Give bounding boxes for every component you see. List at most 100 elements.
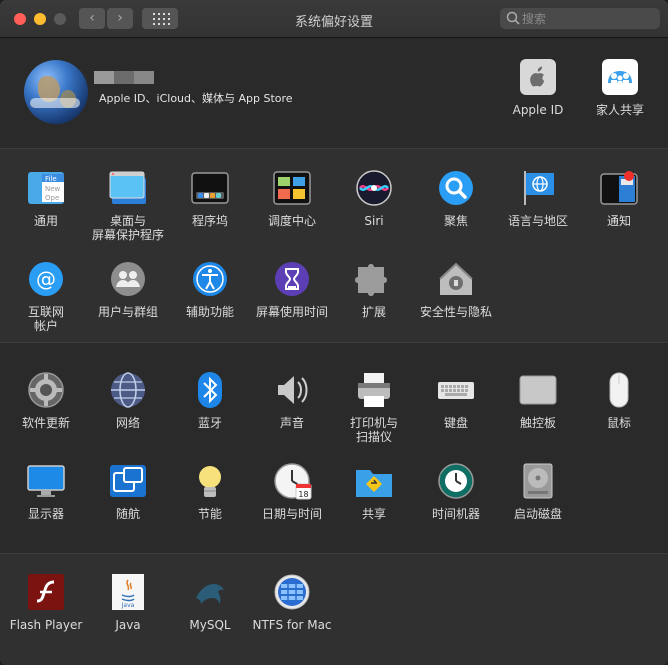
extensions-icon [354,259,394,299]
system-preferences-window: ‹ › 系统偏好设置 Apple ID、iCloud、媒体与 App Store… [0,0,668,665]
sharing-label: 共享 [361,507,386,521]
startup-disk-pref-pane[interactable]: 启动磁盘 [496,461,580,521]
mission-control-icon [272,168,312,208]
displays-pref-pane[interactable]: 显示器 [4,461,88,521]
energy-saver-pref-pane[interactable]: 节能 [168,461,252,521]
keyboard-pref-pane[interactable]: 键盘 [414,370,498,430]
siri-label: Siri [364,214,384,228]
sound-pref-pane[interactable]: 声音 [250,370,334,430]
mysql-pref-pane[interactable]: MySQL [168,572,252,632]
internet-accounts-pref-pane[interactable]: @ 互联网 帐户 [4,259,88,333]
mysql-icon [190,572,230,612]
screen-time-icon [272,259,312,299]
network-icon [108,370,148,410]
time-machine-pref-pane[interactable]: 时间机器 [414,461,498,521]
time-machine-label: 时间机器 [431,507,480,521]
spotlight-label: 聚焦 [443,214,468,228]
apple-id-pref-pane[interactable]: Apple ID [496,57,580,117]
family-sharing-label: 家人共享 [595,103,644,117]
screen-time-label: 屏幕使用时间 [255,305,328,319]
family-sharing-icon [600,57,640,97]
search-input[interactable] [522,8,654,29]
sharing-icon [354,461,394,501]
date-time-label: 日期与时间 [261,507,322,521]
trackpad-pref-pane[interactable]: 触控板 [496,370,580,430]
ntfs-icon [272,572,312,612]
internet-accounts-label: 互联网 帐户 [27,305,64,333]
dock-icon [190,168,230,208]
software-update-label: 软件更新 [21,416,70,430]
accessibility-icon [190,259,230,299]
sharing-pref-pane[interactable]: 共享 [332,461,416,521]
mouse-label: 鼠标 [606,416,631,430]
extensions-pref-pane[interactable]: 扩展 [332,259,416,319]
network-label: 网络 [115,416,140,430]
dock-label: 程序坞 [191,214,228,228]
desktop-screensaver-icon [108,168,148,208]
security-privacy-pref-pane[interactable]: 安全性与隐私 [414,259,498,319]
printers-scanners-icon [354,370,394,410]
software-update-icon [26,370,66,410]
security-privacy-icon [436,259,476,299]
user-avatar[interactable] [24,60,88,124]
sound-icon [272,370,312,410]
svg-text:Java: Java [121,602,135,609]
mouse-pref-pane[interactable]: 鼠标 [577,370,661,430]
svg-text:New: New [45,185,61,193]
general-icon: File New Ope [26,168,66,208]
mission-control-label: 调度中心 [267,214,316,228]
flash-player-pref-pane[interactable]: Flash Player [4,572,88,632]
general-pref-pane[interactable]: File New Ope 通用 [4,168,88,228]
title-bar: ‹ › 系统偏好设置 [0,0,668,38]
users-groups-icon [108,259,148,299]
keyboard-icon [436,370,476,410]
bluetooth-label: 蓝牙 [197,416,222,430]
svg-text:Ope: Ope [45,194,59,202]
flash-player-label: Flash Player [9,618,83,632]
search-field[interactable] [500,8,660,29]
apple-id-icon [518,57,558,97]
dock-pref-pane[interactable]: 程序坞 [168,168,252,228]
notifications-label: 通知 [606,214,631,228]
siri-pref-pane[interactable]: Siri [332,168,416,228]
java-pref-pane[interactable]: Java Java [86,572,170,632]
energy-saver-label: 节能 [197,507,222,521]
ntfs-pref-pane[interactable]: NTFS for Mac [250,572,334,632]
software-update-pref-pane[interactable]: 软件更新 [4,370,88,430]
sidecar-label: 随航 [115,507,140,521]
displays-icon [26,461,66,501]
sound-label: 声音 [279,416,304,430]
mission-control-pref-pane[interactable]: 调度中心 [250,168,334,228]
users-groups-label: 用户与群组 [97,305,158,319]
keyboard-label: 键盘 [443,416,468,430]
internet-accounts-icon: @ [26,259,66,299]
svg-text:File: File [45,175,57,183]
trackpad-label: 触控板 [519,416,556,430]
notifications-pref-pane[interactable]: 通知 [577,168,661,228]
accessibility-pref-pane[interactable]: 辅助功能 [168,259,252,319]
general-label: 通用 [33,214,58,228]
network-pref-pane[interactable]: 网络 [86,370,170,430]
startup-disk-icon [518,461,558,501]
desktop-screensaver-pref-pane[interactable]: 桌面与 屏幕保护程序 [86,168,170,242]
language-region-pref-pane[interactable]: 语言与地区 [496,168,580,228]
sidecar-pref-pane[interactable]: 随航 [86,461,170,521]
family-sharing-pref-pane[interactable]: 家人共享 [578,57,662,117]
notifications-icon [599,168,639,208]
screen-time-pref-pane[interactable]: 屏幕使用时间 [250,259,334,319]
mouse-icon [599,370,639,410]
mysql-label: MySQL [189,618,231,632]
accessibility-label: 辅助功能 [185,305,234,319]
date-time-pref-pane[interactable]: 18 日期与时间 [250,461,334,521]
printers-scanners-pref-pane[interactable]: 打印机与 扫描仪 [332,370,416,444]
java-icon: Java [108,572,148,612]
spotlight-pref-pane[interactable]: 聚焦 [414,168,498,228]
flash-player-icon [26,572,66,612]
bluetooth-pref-pane[interactable]: 蓝牙 [168,370,252,430]
bluetooth-icon [190,370,230,410]
security-privacy-label: 安全性与隐私 [419,305,492,319]
spotlight-icon [436,168,476,208]
users-groups-pref-pane[interactable]: 用户与群组 [86,259,170,319]
redacted-user-name [94,71,154,84]
extensions-label: 扩展 [361,305,386,319]
